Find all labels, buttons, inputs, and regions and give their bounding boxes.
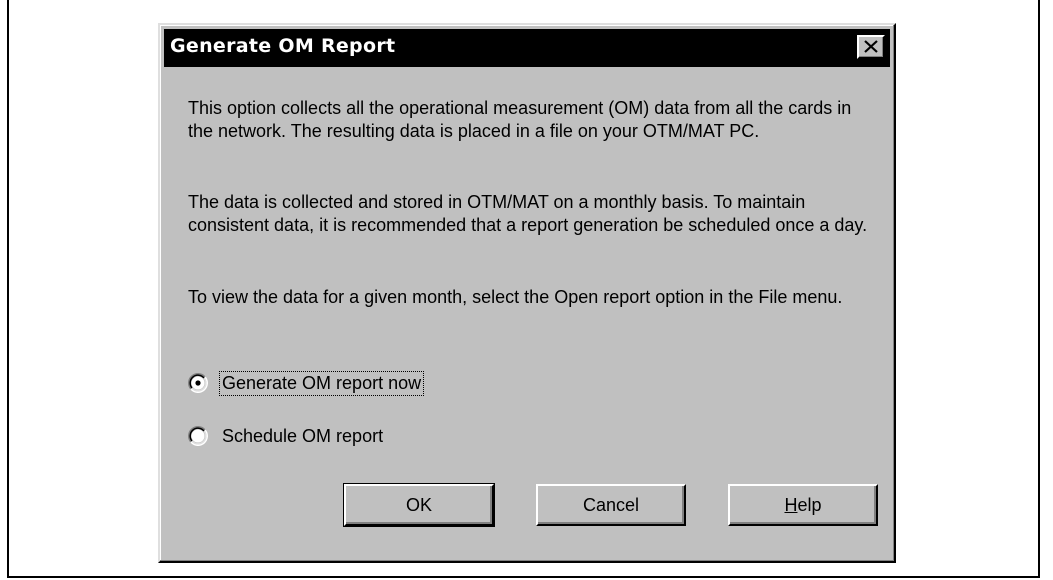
title-bar[interactable]: Generate OM Report [164,29,890,67]
radio-generate-now[interactable]: Generate OM report now [188,370,425,396]
radio-label-schedule: Schedule OM report [222,425,384,446]
radio-schedule[interactable]: Schedule OM report [188,423,385,449]
close-button[interactable] [857,35,885,59]
cancel-button[interactable]: Cancel [536,484,686,526]
radio-unselected-icon[interactable] [188,426,208,446]
description-paragraph-3: To view the data for a given month, sele… [188,287,843,307]
generate-om-report-dialog: Generate OM Report This option collects … [158,23,896,563]
help-mnemonic: H [784,494,798,515]
description-paragraph-1: This option collects all the operational… [188,98,852,141]
description-paragraph-2: The data is collected and stored in OTM/… [188,192,868,235]
close-icon [864,40,878,53]
help-button[interactable]: Help [728,484,878,526]
radio-label-generate-now: Generate OM report now [218,370,425,396]
radio-selected-icon[interactable] [188,373,208,393]
help-label-rest: elp [797,494,822,515]
dialog-title: Generate OM Report [170,35,396,57]
ok-button[interactable]: OK [343,483,495,527]
